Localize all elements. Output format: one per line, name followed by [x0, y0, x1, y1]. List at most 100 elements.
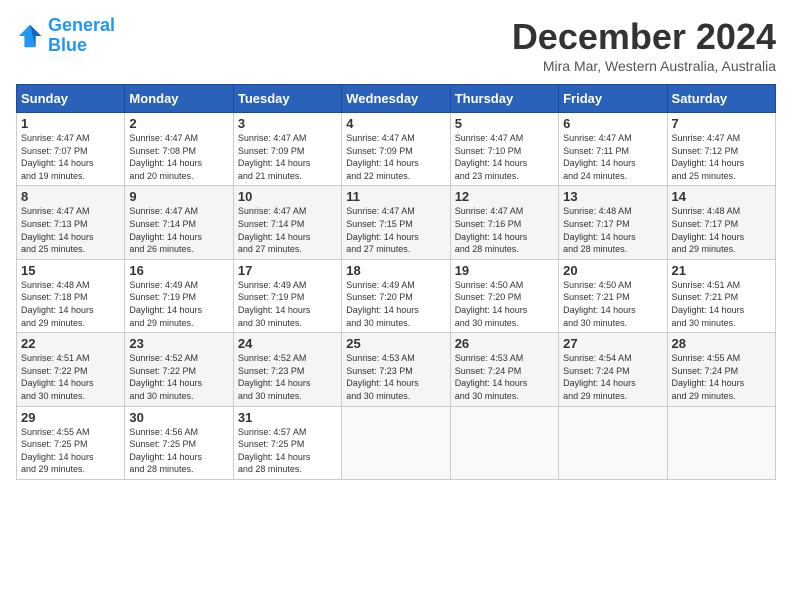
calendar-day-cell: 26Sunrise: 4:53 AM Sunset: 7:24 PM Dayli…: [450, 333, 558, 406]
calendar-day-cell: 28Sunrise: 4:55 AM Sunset: 7:24 PM Dayli…: [667, 333, 775, 406]
day-number: 24: [238, 336, 337, 351]
calendar-day-cell: 21Sunrise: 4:51 AM Sunset: 7:21 PM Dayli…: [667, 259, 775, 332]
title-area: December 2024 Mira Mar, Western Australi…: [512, 16, 776, 74]
calendar-day-cell: 19Sunrise: 4:50 AM Sunset: 7:20 PM Dayli…: [450, 259, 558, 332]
day-of-week-header: Wednesday: [342, 85, 450, 113]
day-number: 17: [238, 263, 337, 278]
day-number: 6: [563, 116, 662, 131]
day-number: 20: [563, 263, 662, 278]
day-number: 10: [238, 189, 337, 204]
calendar-day-cell: 30Sunrise: 4:56 AM Sunset: 7:25 PM Dayli…: [125, 406, 233, 479]
day-number: 3: [238, 116, 337, 131]
day-number: 26: [455, 336, 554, 351]
day-info: Sunrise: 4:54 AM Sunset: 7:24 PM Dayligh…: [563, 352, 662, 402]
calendar-day-cell: 5Sunrise: 4:47 AM Sunset: 7:10 PM Daylig…: [450, 113, 558, 186]
calendar-day-cell: 22Sunrise: 4:51 AM Sunset: 7:22 PM Dayli…: [17, 333, 125, 406]
calendar-day-cell: 14Sunrise: 4:48 AM Sunset: 7:17 PM Dayli…: [667, 186, 775, 259]
day-number: 21: [672, 263, 771, 278]
day-info: Sunrise: 4:51 AM Sunset: 7:22 PM Dayligh…: [21, 352, 120, 402]
day-number: 22: [21, 336, 120, 351]
day-number: 5: [455, 116, 554, 131]
day-number: 25: [346, 336, 445, 351]
day-number: 18: [346, 263, 445, 278]
calendar-day-cell: 4Sunrise: 4:47 AM Sunset: 7:09 PM Daylig…: [342, 113, 450, 186]
day-info: Sunrise: 4:50 AM Sunset: 7:20 PM Dayligh…: [455, 279, 554, 329]
header: General Blue December 2024 Mira Mar, Wes…: [16, 16, 776, 74]
calendar-day-cell: 25Sunrise: 4:53 AM Sunset: 7:23 PM Dayli…: [342, 333, 450, 406]
day-info: Sunrise: 4:48 AM Sunset: 7:18 PM Dayligh…: [21, 279, 120, 329]
day-info: Sunrise: 4:49 AM Sunset: 7:19 PM Dayligh…: [238, 279, 337, 329]
calendar-table: SundayMondayTuesdayWednesdayThursdayFrid…: [16, 84, 776, 480]
day-info: Sunrise: 4:55 AM Sunset: 7:24 PM Dayligh…: [672, 352, 771, 402]
day-info: Sunrise: 4:47 AM Sunset: 7:12 PM Dayligh…: [672, 132, 771, 182]
calendar-week-row: 15Sunrise: 4:48 AM Sunset: 7:18 PM Dayli…: [17, 259, 776, 332]
calendar-day-cell: 15Sunrise: 4:48 AM Sunset: 7:18 PM Dayli…: [17, 259, 125, 332]
month-title: December 2024: [512, 16, 776, 58]
day-number: 11: [346, 189, 445, 204]
calendar-day-cell: 8Sunrise: 4:47 AM Sunset: 7:13 PM Daylig…: [17, 186, 125, 259]
day-of-week-header: Saturday: [667, 85, 775, 113]
day-number: 12: [455, 189, 554, 204]
calendar-week-row: 1Sunrise: 4:47 AM Sunset: 7:07 PM Daylig…: [17, 113, 776, 186]
day-info: Sunrise: 4:47 AM Sunset: 7:14 PM Dayligh…: [129, 205, 228, 255]
day-info: Sunrise: 4:52 AM Sunset: 7:23 PM Dayligh…: [238, 352, 337, 402]
day-info: Sunrise: 4:47 AM Sunset: 7:09 PM Dayligh…: [238, 132, 337, 182]
calendar-day-cell: [450, 406, 558, 479]
calendar-week-row: 29Sunrise: 4:55 AM Sunset: 7:25 PM Dayli…: [17, 406, 776, 479]
calendar-day-cell: 11Sunrise: 4:47 AM Sunset: 7:15 PM Dayli…: [342, 186, 450, 259]
day-number: 19: [455, 263, 554, 278]
calendar-day-cell: 1Sunrise: 4:47 AM Sunset: 7:07 PM Daylig…: [17, 113, 125, 186]
day-info: Sunrise: 4:49 AM Sunset: 7:19 PM Dayligh…: [129, 279, 228, 329]
calendar-week-row: 22Sunrise: 4:51 AM Sunset: 7:22 PM Dayli…: [17, 333, 776, 406]
logo-text: General Blue: [48, 16, 115, 56]
calendar-day-cell: 29Sunrise: 4:55 AM Sunset: 7:25 PM Dayli…: [17, 406, 125, 479]
day-info: Sunrise: 4:48 AM Sunset: 7:17 PM Dayligh…: [563, 205, 662, 255]
day-number: 28: [672, 336, 771, 351]
calendar-day-cell: 17Sunrise: 4:49 AM Sunset: 7:19 PM Dayli…: [233, 259, 341, 332]
day-info: Sunrise: 4:47 AM Sunset: 7:14 PM Dayligh…: [238, 205, 337, 255]
calendar-day-cell: [559, 406, 667, 479]
day-info: Sunrise: 4:50 AM Sunset: 7:21 PM Dayligh…: [563, 279, 662, 329]
day-info: Sunrise: 4:48 AM Sunset: 7:17 PM Dayligh…: [672, 205, 771, 255]
day-info: Sunrise: 4:53 AM Sunset: 7:24 PM Dayligh…: [455, 352, 554, 402]
day-info: Sunrise: 4:57 AM Sunset: 7:25 PM Dayligh…: [238, 426, 337, 476]
day-info: Sunrise: 4:47 AM Sunset: 7:07 PM Dayligh…: [21, 132, 120, 182]
calendar-day-cell: 7Sunrise: 4:47 AM Sunset: 7:12 PM Daylig…: [667, 113, 775, 186]
day-number: 14: [672, 189, 771, 204]
day-number: 16: [129, 263, 228, 278]
calendar-day-cell: 16Sunrise: 4:49 AM Sunset: 7:19 PM Dayli…: [125, 259, 233, 332]
calendar-day-cell: 18Sunrise: 4:49 AM Sunset: 7:20 PM Dayli…: [342, 259, 450, 332]
calendar-day-cell: 27Sunrise: 4:54 AM Sunset: 7:24 PM Dayli…: [559, 333, 667, 406]
day-info: Sunrise: 4:49 AM Sunset: 7:20 PM Dayligh…: [346, 279, 445, 329]
day-of-week-header: Thursday: [450, 85, 558, 113]
day-info: Sunrise: 4:52 AM Sunset: 7:22 PM Dayligh…: [129, 352, 228, 402]
calendar-day-cell: 31Sunrise: 4:57 AM Sunset: 7:25 PM Dayli…: [233, 406, 341, 479]
day-number: 13: [563, 189, 662, 204]
day-number: 2: [129, 116, 228, 131]
calendar-day-cell: 20Sunrise: 4:50 AM Sunset: 7:21 PM Dayli…: [559, 259, 667, 332]
day-info: Sunrise: 4:47 AM Sunset: 7:08 PM Dayligh…: [129, 132, 228, 182]
calendar-day-cell: 3Sunrise: 4:47 AM Sunset: 7:09 PM Daylig…: [233, 113, 341, 186]
calendar-day-cell: 10Sunrise: 4:47 AM Sunset: 7:14 PM Dayli…: [233, 186, 341, 259]
day-number: 4: [346, 116, 445, 131]
calendar-header-row: SundayMondayTuesdayWednesdayThursdayFrid…: [17, 85, 776, 113]
logo-icon: [16, 22, 44, 50]
calendar-day-cell: 6Sunrise: 4:47 AM Sunset: 7:11 PM Daylig…: [559, 113, 667, 186]
calendar-day-cell: 24Sunrise: 4:52 AM Sunset: 7:23 PM Dayli…: [233, 333, 341, 406]
day-of-week-header: Tuesday: [233, 85, 341, 113]
day-info: Sunrise: 4:47 AM Sunset: 7:16 PM Dayligh…: [455, 205, 554, 255]
day-number: 29: [21, 410, 120, 425]
day-number: 27: [563, 336, 662, 351]
day-info: Sunrise: 4:56 AM Sunset: 7:25 PM Dayligh…: [129, 426, 228, 476]
day-info: Sunrise: 4:53 AM Sunset: 7:23 PM Dayligh…: [346, 352, 445, 402]
day-number: 7: [672, 116, 771, 131]
calendar-day-cell: 2Sunrise: 4:47 AM Sunset: 7:08 PM Daylig…: [125, 113, 233, 186]
day-number: 15: [21, 263, 120, 278]
day-info: Sunrise: 4:55 AM Sunset: 7:25 PM Dayligh…: [21, 426, 120, 476]
calendar-day-cell: 12Sunrise: 4:47 AM Sunset: 7:16 PM Dayli…: [450, 186, 558, 259]
day-info: Sunrise: 4:47 AM Sunset: 7:09 PM Dayligh…: [346, 132, 445, 182]
day-number: 1: [21, 116, 120, 131]
day-number: 30: [129, 410, 228, 425]
day-info: Sunrise: 4:47 AM Sunset: 7:13 PM Dayligh…: [21, 205, 120, 255]
logo: General Blue: [16, 16, 115, 56]
